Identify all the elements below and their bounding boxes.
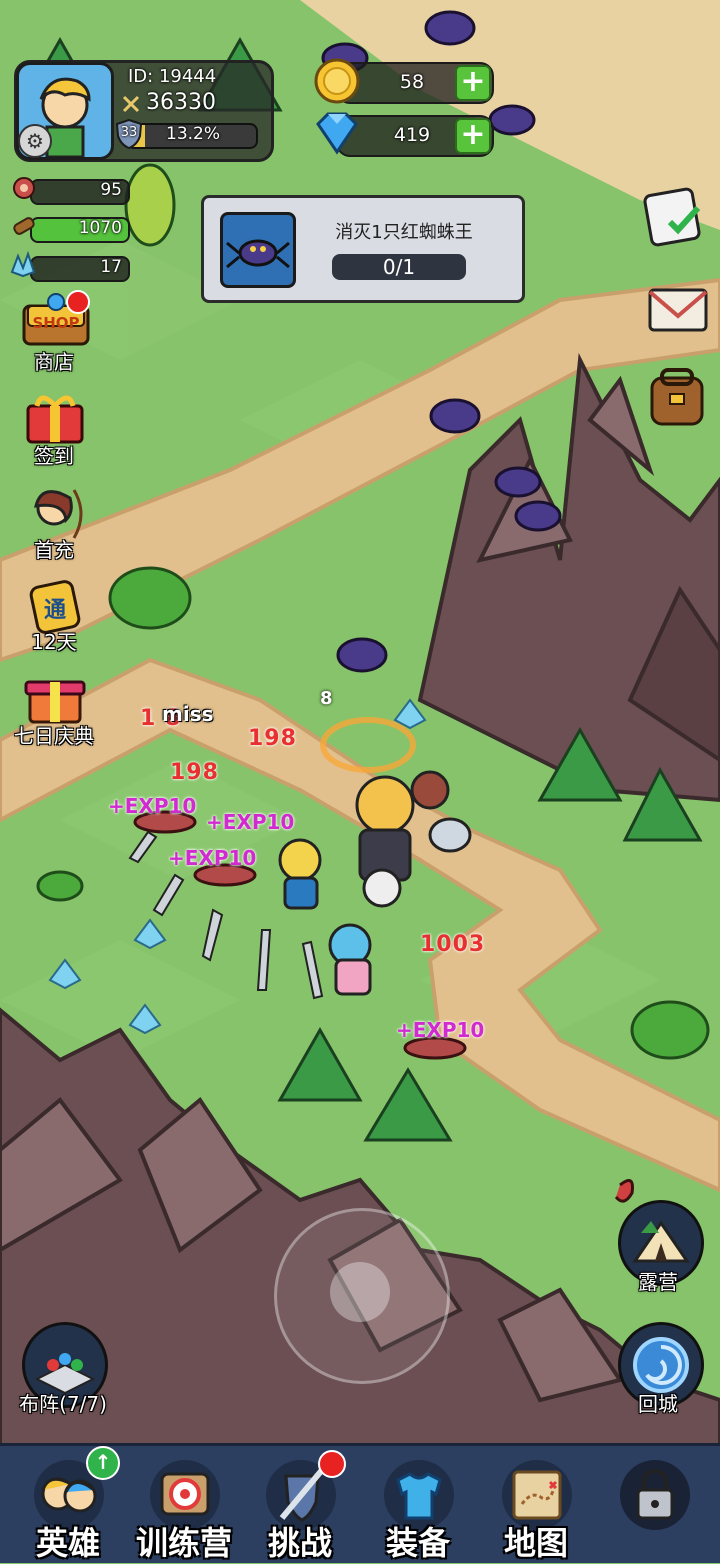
add-diamond-button[interactable]: + [455,118,491,154]
nav-challenge-label: 挑战 [267,1524,332,1562]
crystal-amount: 17 [100,257,122,277]
shop-badge-text: SHOP [32,314,80,332]
meat-amount: 95 [100,180,122,200]
sign-in-button[interactable] [22,390,88,446]
nav-map-label: 地图 [503,1524,568,1562]
player-level: 33 [120,125,138,140]
exp-gain-text: +EXP10 [108,794,197,818]
shop-label: 商店 [34,350,74,374]
player-id: ID: 19444 [128,66,217,87]
gold-coin-icon [312,56,362,106]
checklist-icon [643,187,701,247]
first-charge-label: 首充 [34,538,74,562]
pass-days-label: 12天 [31,630,77,654]
crystal-icon [8,250,38,280]
nav-training-label: 训练营 [135,1524,232,1562]
envelope-icon [648,288,708,332]
wood-amount: 1070 [78,218,122,238]
archer-hero-icon [34,489,83,539]
exp-percent: 13.2% [166,124,221,144]
diamond-amount: 419 [393,124,431,146]
bottom-nav-bar: ↑ 英雄 训练营 挑战 装备 地图 [0,1443,720,1563]
formation-label: 布阵(7/7) [19,1392,107,1416]
settings-gear-icon[interactable]: ⚙ [18,124,52,158]
damage-number: 198 [170,760,219,785]
challenge-notification-dot [318,1450,346,1478]
quest-spider-icon [220,212,296,288]
backpack-icon [650,368,704,426]
crossed-swords-icon [121,94,141,114]
gift-box-icon [26,395,84,444]
upgrade-arrow-icon: ↑ [86,1446,120,1480]
quest-title: 消灭1只红蜘蛛王 [335,222,473,243]
shop-notification-dot [66,290,90,314]
quest-panel[interactable]: 消灭1只红蜘蛛王 0/1 [201,195,525,303]
pass-badge-text: 通 [43,598,66,623]
festival-gift-icon [24,680,86,724]
exp-gain-text: +EXP10 [396,1018,485,1042]
nav-heroes[interactable]: ↑ 英雄 [8,1446,128,1563]
nav-training[interactable]: 训练营 [124,1446,244,1563]
sign-in-label: 签到 [34,444,74,468]
damage-number: 198 [248,726,297,751]
nav-equipment[interactable]: 装备 [358,1446,478,1563]
gold-amount: 58 [399,71,425,93]
miss-text: miss [162,702,214,726]
mail-button[interactable] [644,276,712,338]
locked-padlock-icon [620,1460,690,1530]
camp-label: 露营 [638,1270,678,1294]
first-charge-button[interactable] [22,482,88,540]
nav-challenge[interactable]: 挑战 [240,1446,360,1563]
festival-label: 七日庆典 [14,724,94,748]
nav-equipment-label: 装备 [385,1524,450,1562]
nav-locked[interactable] [594,1446,714,1563]
meat-icon [10,174,38,202]
backpack-button[interactable] [644,360,710,430]
damage-number: 1003 [420,932,486,957]
hit-number: 8 [320,688,333,709]
exp-gain-text: +EXP10 [168,846,257,870]
return-city-label: 回城 [638,1392,678,1416]
wood-log-icon [10,212,38,240]
add-gold-button[interactable]: + [455,65,491,101]
exp-gain-text: +EXP10 [206,810,295,834]
diamond-icon [310,110,364,156]
combat-power: 36330 [146,90,216,115]
nav-map[interactable]: 地图 [476,1446,596,1563]
joystick-knob[interactable] [330,1262,390,1322]
nav-heroes-label: 英雄 [35,1524,100,1562]
quest-progress: 0/1 [332,254,466,280]
festival-button[interactable] [22,670,88,726]
task-checklist-button[interactable] [640,182,710,248]
